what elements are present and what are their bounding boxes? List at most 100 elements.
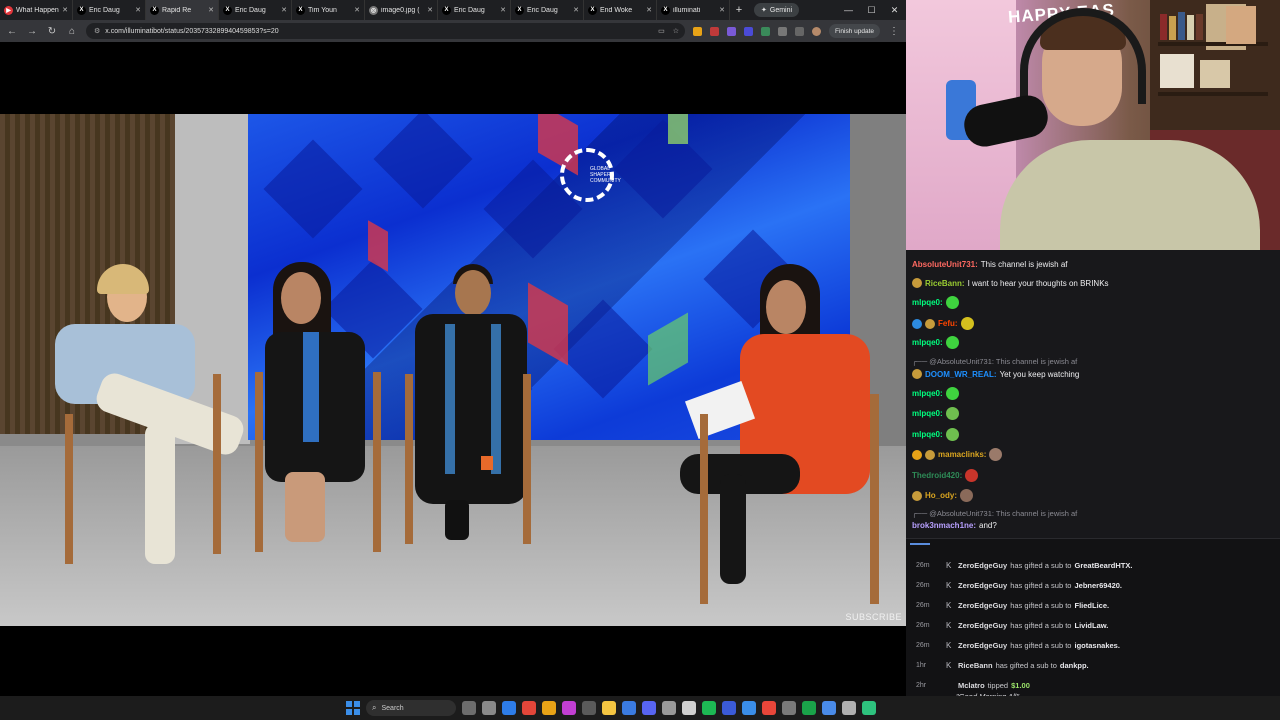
taskbar-app-icon[interactable] <box>462 701 476 715</box>
maximize-icon[interactable]: ☐ <box>860 0 883 20</box>
feed-target[interactable]: GreatBeardHTX. <box>1074 561 1132 570</box>
taskbar-app-icon[interactable] <box>522 701 536 715</box>
install-icon[interactable]: ▭ <box>658 27 665 35</box>
site-info-icon[interactable]: ⚙ <box>94 27 100 35</box>
chat-username[interactable]: mlpqe0: <box>912 430 943 439</box>
tab-close-icon[interactable]: ✕ <box>719 6 725 14</box>
chat-username[interactable]: mlpqe0: <box>912 409 943 418</box>
browser-tab[interactable]: X Eric Daug ✕ <box>73 0 146 20</box>
feed-target[interactable]: Jebner69420. <box>1074 581 1122 590</box>
taskbar-app-icon[interactable] <box>862 701 876 715</box>
chat-username[interactable]: mamaclinks: <box>938 450 986 459</box>
taskbar-app-icon[interactable] <box>502 701 516 715</box>
menu-kebab-icon[interactable]: ⋮ <box>888 26 900 37</box>
tab-favicon-icon: X <box>442 5 451 15</box>
address-toolbar: ← → ↻ ⌂ ⚙ x.com/illuminatibot/status/203… <box>0 20 906 42</box>
chat-username[interactable]: brok3nmach1ne: <box>912 521 976 530</box>
tab-close-icon[interactable]: ✕ <box>62 6 68 14</box>
browser-tab[interactable]: ◎ image0.jpg (✕ <box>365 0 438 20</box>
chat-username[interactable]: Thedroid420: <box>912 471 962 480</box>
feed-target[interactable]: FliedLice. <box>1074 601 1109 610</box>
chat-username[interactable]: DOOM_WR_REAL: <box>925 370 997 379</box>
taskbar-app-icon[interactable] <box>602 701 616 715</box>
feed-username[interactable]: ZeroEdgeGuy <box>958 581 1007 590</box>
chat-username[interactable]: Ho_ody: <box>925 491 957 500</box>
taskbar-app-icon[interactable] <box>562 701 576 715</box>
browser-tab[interactable]: Xilluminati ✕ <box>657 0 730 20</box>
taskbar-app-icon[interactable] <box>762 701 776 715</box>
finish-update-button[interactable]: Finish update <box>828 24 880 38</box>
home-icon[interactable]: ⌂ <box>66 26 78 37</box>
tab-close-icon[interactable]: ✕ <box>573 6 579 14</box>
feed-target[interactable]: dankpp. <box>1060 661 1089 670</box>
feed-username[interactable]: ZeroEdgeGuy <box>958 641 1007 650</box>
bookmark-star-icon[interactable]: ☆ <box>673 27 679 35</box>
tab-close-icon[interactable]: ✕ <box>646 6 652 14</box>
taskbar-app-icon[interactable] <box>722 701 736 715</box>
feed-username[interactable]: RiceBann <box>958 661 993 670</box>
profile-avatar[interactable] <box>811 26 821 36</box>
feed-username[interactable]: ZeroEdgeGuy <box>958 621 1007 630</box>
taskbar-app-icon[interactable] <box>782 701 796 715</box>
browser-tab[interactable]: X End Woke ✕ <box>584 0 657 20</box>
browser-tab[interactable]: X Eric Daug ✕ <box>219 0 292 20</box>
sidebar-icon[interactable] <box>794 26 804 36</box>
taskbar-app-icon[interactable] <box>582 701 596 715</box>
chat-message: RiceBann: I want to hear your thoughts on… <box>912 278 1274 288</box>
chat-username[interactable]: Fefu: <box>938 319 958 328</box>
chat-username[interactable]: mlpqe0: <box>912 338 943 347</box>
new-tab-icon[interactable]: + <box>730 0 748 20</box>
chat-username[interactable]: RiceBann: <box>925 279 965 288</box>
activity-feed: 26m K ZeroEdgeGuy has gifted a sub to GreatB… <box>906 538 1280 696</box>
extensions-puzzle-icon[interactable] <box>777 26 787 36</box>
taskbar-app-icon[interactable] <box>642 701 656 715</box>
taskbar-app-icon[interactable] <box>542 701 556 715</box>
taskbar-app-icon[interactable] <box>842 701 856 715</box>
reload-icon[interactable]: ↻ <box>46 26 58 37</box>
taskbar-app-icon[interactable] <box>742 701 756 715</box>
feed-username[interactable]: ZeroEdgeGuy <box>958 601 1007 610</box>
tab-close-icon[interactable]: ✕ <box>500 6 506 14</box>
tab-close-icon[interactable]: ✕ <box>281 6 287 14</box>
video-player[interactable]: GLOBAL SHAPERS COMMUNITY SUBSCRIBE <box>0 114 906 626</box>
gemini-button[interactable]: ✦ Gemini <box>754 3 800 17</box>
tab-close-icon[interactable]: ✕ <box>427 6 433 14</box>
feed-target[interactable]: LividLaw. <box>1074 621 1108 630</box>
taskbar-app-icon[interactable] <box>682 701 696 715</box>
chat-username[interactable]: mlpqe0: <box>912 389 943 398</box>
chat-badge-icon <box>912 278 922 288</box>
taskbar-app-icon[interactable] <box>622 701 636 715</box>
feed-event: 26m K ZeroEdgeGuy has gifted a sub to GreatB… <box>906 555 1280 575</box>
tab-close-icon[interactable]: ✕ <box>354 6 360 14</box>
chat-username[interactable]: AbsoluteUnit731: <box>912 260 978 269</box>
taskbar-app-icon[interactable] <box>822 701 836 715</box>
extension-icon[interactable] <box>760 26 770 36</box>
tab-close-icon[interactable]: ✕ <box>208 6 214 14</box>
url-bar[interactable]: ⚙ x.com/illuminatibot/status/20357332899… <box>86 23 685 39</box>
forward-icon[interactable]: → <box>26 26 38 37</box>
close-window-icon[interactable]: ✕ <box>883 0 906 20</box>
chat-username[interactable]: mlpqe0: <box>912 298 943 307</box>
panelist-3 <box>405 264 535 554</box>
taskbar-app-icon[interactable] <box>702 701 716 715</box>
start-button-icon[interactable] <box>346 701 360 715</box>
browser-tab[interactable]: X Eric Daug ✕ <box>438 0 511 20</box>
feed-username[interactable]: ZeroEdgeGuy <box>958 561 1007 570</box>
tab-close-icon[interactable]: ✕ <box>135 6 141 14</box>
extension-icon[interactable] <box>692 26 702 36</box>
extension-icon[interactable] <box>726 26 736 36</box>
feed-target[interactable]: igotasnakes. <box>1074 641 1119 650</box>
minimize-icon[interactable]: — <box>837 0 860 20</box>
browser-tab[interactable]: ▶ What Happen ✕ <box>0 0 73 20</box>
taskbar-search[interactable]: ⌕ Search <box>366 700 456 716</box>
browser-tab[interactable]: X Tim Youn ✕ <box>292 0 365 20</box>
browser-tab[interactable]: X Eric Daug ✕ <box>511 0 584 20</box>
taskbar-app-icon[interactable] <box>802 701 816 715</box>
extension-icon[interactable] <box>743 26 753 36</box>
browser-tab[interactable]: X Rapid Re ✕ <box>146 0 219 20</box>
chat-text: This channel is jewish af <box>980 260 1068 269</box>
taskbar-app-icon[interactable] <box>662 701 676 715</box>
taskbar-app-icon[interactable] <box>482 701 496 715</box>
extension-icon[interactable] <box>709 26 719 36</box>
back-icon[interactable]: ← <box>6 26 18 37</box>
